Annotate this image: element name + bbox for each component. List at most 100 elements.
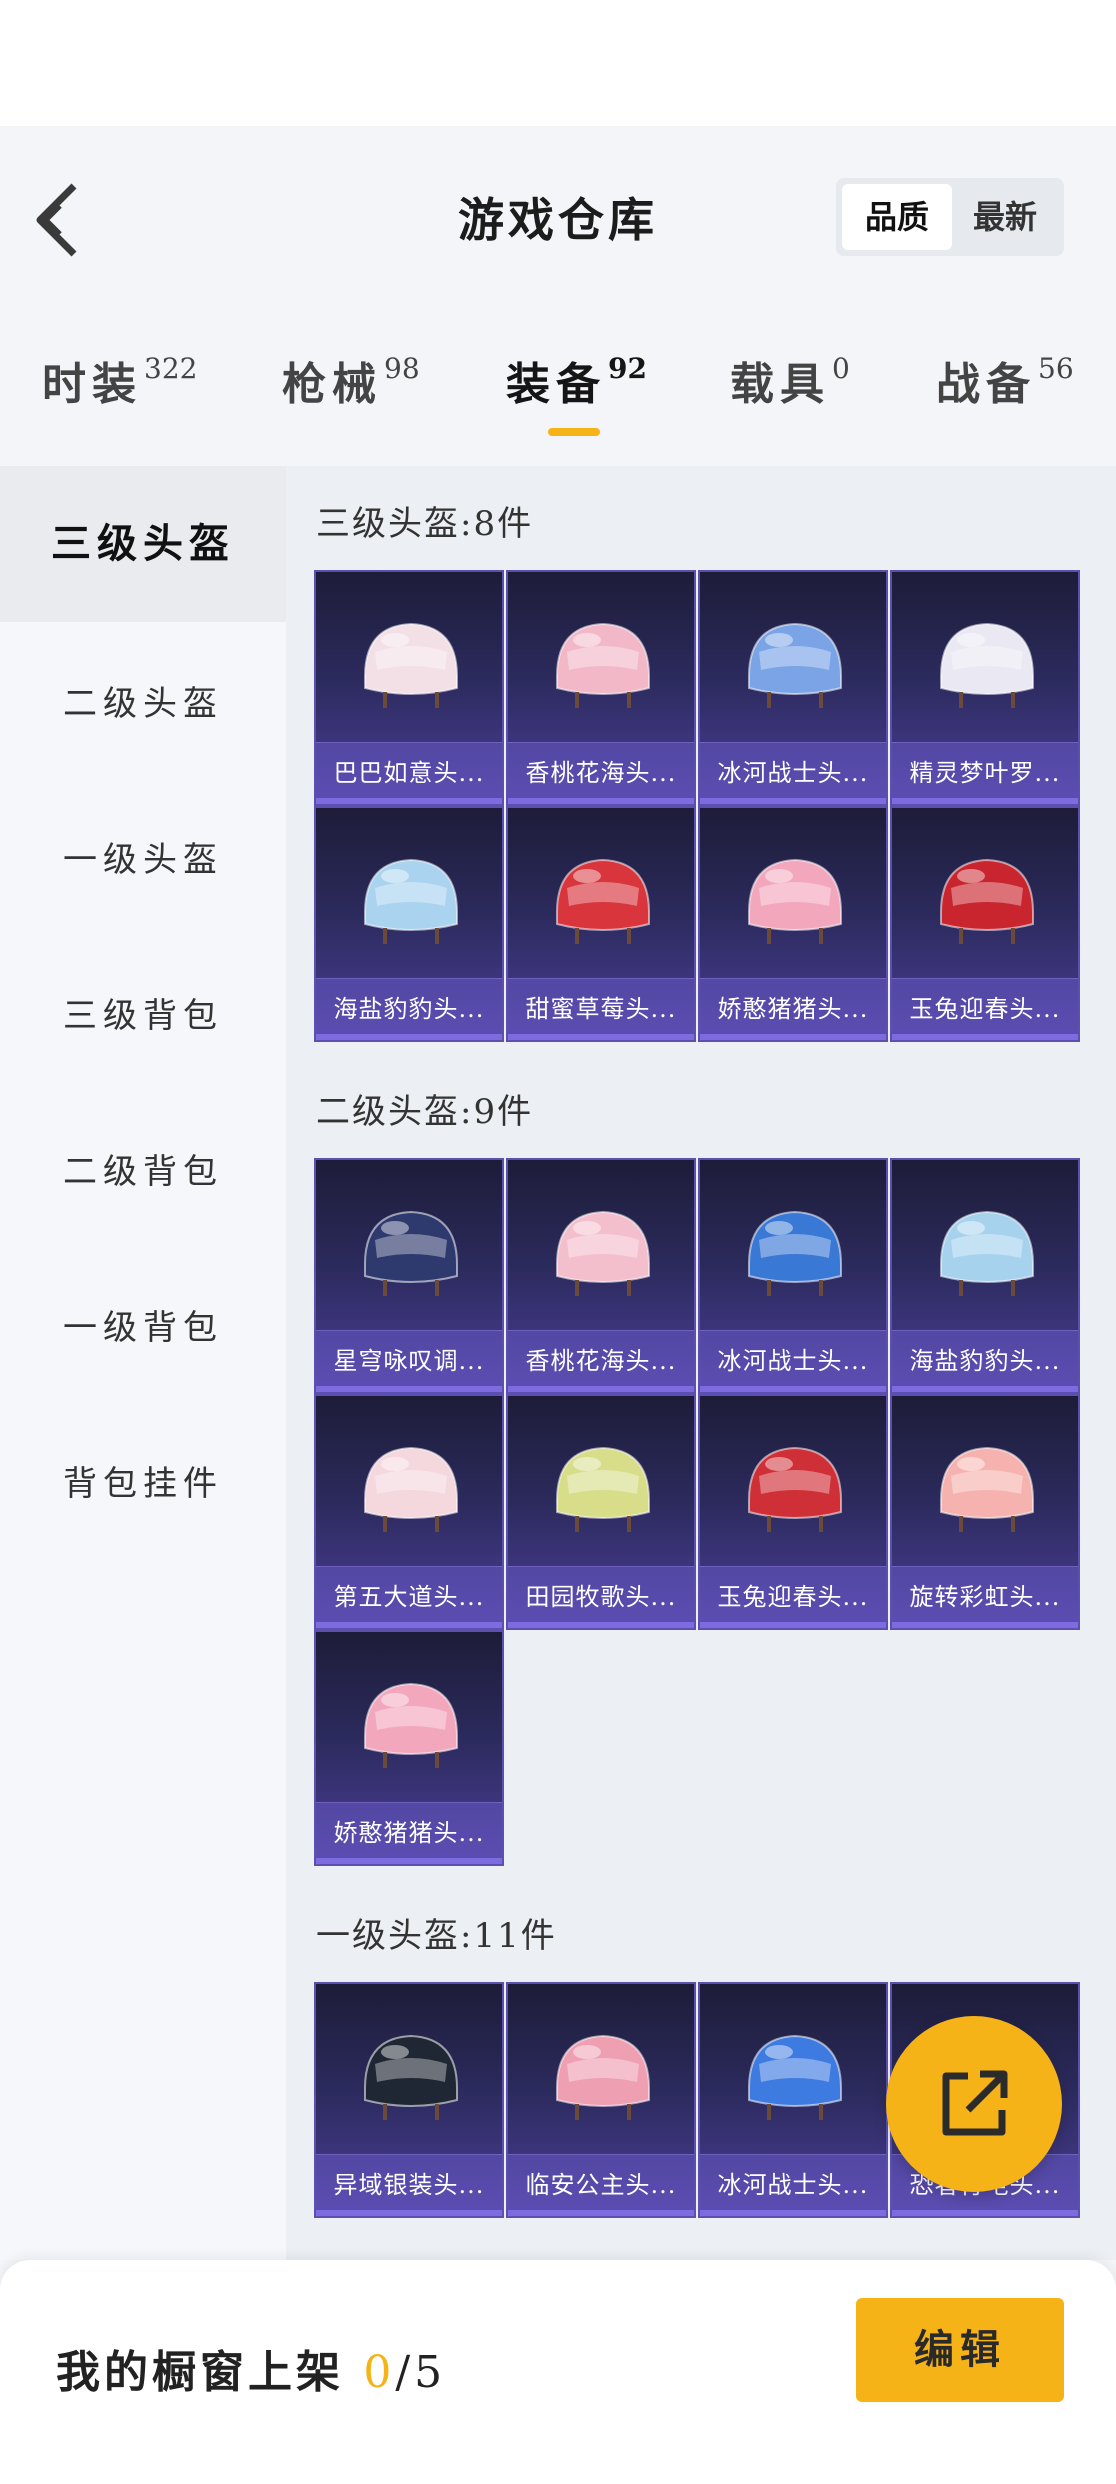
sidebar-item-backpack-charm[interactable]: 背包挂件 — [0, 1456, 286, 1505]
item-card[interactable]: 玉兔迎春头... — [890, 806, 1080, 1042]
section-title: 三级头盔:8件 — [316, 504, 534, 544]
item-name: 玉兔迎春头... — [909, 995, 1061, 1023]
helmet-icon — [556, 1446, 650, 1532]
item-name: 星穹咏叹调... — [333, 1347, 485, 1375]
showcase-bar: 我的橱窗上架 0/5 编辑 — [0, 2260, 1116, 2484]
tab-label: 枪械 — [282, 359, 382, 410]
showcase-total: /5 — [395, 2347, 447, 2398]
item-card[interactable]: 精灵梦叶罗... — [890, 570, 1080, 806]
sort-toggle: 品质 最新 — [836, 178, 1064, 256]
item-card[interactable]: 旋转彩虹头... — [890, 1394, 1080, 1630]
sidebar-item-level1-helmet[interactable]: 一级头盔 — [0, 832, 286, 881]
sidebar-item-level2-backpack[interactable]: 二级背包 — [0, 1144, 286, 1193]
section-title: 一级头盔:11件 — [316, 1916, 557, 1956]
item-name: 冰河战士头... — [717, 759, 869, 787]
item-card[interactable]: 异域银装头... — [314, 1982, 504, 2218]
helmet-icon — [556, 1210, 650, 1296]
item-name: 田园牧歌头... — [525, 1583, 677, 1611]
helmet-icon — [748, 1210, 842, 1296]
item-card[interactable]: 星穹咏叹调... — [314, 1158, 504, 1394]
item-name: 精灵梦叶罗... — [909, 759, 1061, 787]
item-name: 异域银装头... — [333, 2171, 485, 2199]
tab-equipment[interactable]: 装备92 — [506, 348, 647, 418]
helmet-icon — [940, 858, 1034, 944]
helmet-icon — [556, 858, 650, 944]
item-card[interactable]: 香桃花海头... — [506, 570, 696, 806]
sort-by-newest-button[interactable]: 最新 — [950, 184, 1060, 250]
item-name: 娇憨猪猪头... — [333, 1819, 485, 1847]
helmet-icon — [556, 2034, 650, 2120]
tab-label: 时装 — [42, 359, 142, 410]
item-name: 海盐豹豹头... — [333, 995, 485, 1023]
helmet-icon — [748, 1446, 842, 1532]
helmet-icon — [556, 622, 650, 708]
helmet-icon — [364, 858, 458, 944]
helmet-icon — [364, 1682, 458, 1768]
external-link-icon — [942, 2070, 1008, 2136]
sidebar-item-level1-backpack[interactable]: 一级背包 — [0, 1300, 286, 1349]
item-card[interactable]: 海盐豹豹头... — [890, 1158, 1080, 1394]
edit-button[interactable]: 编辑 — [856, 2298, 1064, 2402]
helmet-icon — [364, 2034, 458, 2120]
tab-count: 0 — [832, 352, 850, 385]
page-header: 游戏仓库 品质 最新 时装322 枪械98 装备92 载具0 战备56 — [0, 126, 1116, 466]
helmet-icon — [940, 622, 1034, 708]
sidebar-item-level3-backpack[interactable]: 三级背包 — [0, 988, 286, 1037]
item-name: 娇憨猪猪头... — [717, 995, 869, 1023]
item-name: 第五大道头... — [333, 1583, 485, 1611]
tab-count: 92 — [608, 352, 647, 385]
helmet-icon — [748, 858, 842, 944]
item-card[interactable]: 甜蜜草莓头... — [506, 806, 696, 1042]
item-card[interactable]: 田园牧歌头... — [506, 1394, 696, 1630]
sidebar-item-level2-helmet[interactable]: 二级头盔 — [0, 676, 286, 725]
item-card[interactable]: 海盐豹豹头... — [314, 806, 504, 1042]
share-button[interactable] — [886, 2016, 1062, 2192]
showcase-count: 0 — [363, 2347, 396, 2398]
item-name: 冰河战士头... — [717, 2171, 869, 2199]
section-title: 二级头盔:9件 — [316, 1092, 534, 1132]
item-name: 香桃花海头... — [525, 759, 677, 787]
item-name: 甜蜜草莓头... — [525, 995, 677, 1023]
item-name: 临安公主头... — [525, 2171, 677, 2199]
tab-count: 98 — [384, 352, 420, 385]
tab-vehicles[interactable]: 载具0 — [730, 348, 850, 418]
item-card[interactable]: 玉兔迎春头... — [698, 1394, 888, 1630]
item-name: 巴巴如意头... — [333, 759, 485, 787]
item-card[interactable]: 冰河战士头... — [698, 1982, 888, 2218]
helmet-icon — [940, 1210, 1034, 1296]
sidebar-item-level3-helmet[interactable]: 三级头盔 — [0, 466, 286, 622]
item-card[interactable]: 香桃花海头... — [506, 1158, 696, 1394]
item-card[interactable]: 临安公主头... — [506, 1982, 696, 2218]
tab-label: 战备 — [936, 359, 1036, 410]
sidebar: 三级头盔 二级头盔 一级头盔 三级背包 二级背包 一级背包 背包挂件 — [0, 466, 286, 2260]
item-name: 香桃花海头... — [525, 1347, 677, 1375]
item-name: 海盐豹豹头... — [909, 1347, 1061, 1375]
status-bar-area — [0, 0, 1116, 126]
item-card[interactable]: 娇憨猪猪头... — [698, 806, 888, 1042]
item-card[interactable]: 娇憨猪猪头... — [314, 1630, 504, 1866]
tab-fashion[interactable]: 时装322 — [42, 348, 197, 418]
showcase-label: 我的橱窗上架 — [56, 2347, 344, 2398]
active-tab-indicator — [548, 428, 600, 436]
item-grid-area[interactable]: 三级头盔:8件巴巴如意头... 香桃花海头... 冰河战士头... 精灵梦叶罗... 海… — [286, 466, 1116, 2260]
tab-count: 56 — [1038, 352, 1074, 385]
tab-label: 装备 — [506, 359, 606, 410]
tab-supplies[interactable]: 战备56 — [936, 348, 1074, 418]
item-card[interactable]: 巴巴如意头... — [314, 570, 504, 806]
item-name: 冰河战士头... — [717, 1347, 869, 1375]
item-name: 玉兔迎春头... — [717, 1583, 869, 1611]
item-card[interactable]: 冰河战士头... — [698, 570, 888, 806]
item-card[interactable]: 第五大道头... — [314, 1394, 504, 1630]
helmet-icon — [364, 622, 458, 708]
item-card[interactable]: 冰河战士头... — [698, 1158, 888, 1394]
sort-by-quality-button[interactable]: 品质 — [842, 184, 952, 250]
helmet-icon — [364, 1210, 458, 1296]
tab-guns[interactable]: 枪械98 — [282, 348, 420, 418]
helmet-icon — [748, 2034, 842, 2120]
helmet-icon — [748, 622, 842, 708]
tab-label: 载具 — [730, 359, 830, 410]
helmet-icon — [364, 1446, 458, 1532]
tab-count: 322 — [144, 352, 198, 385]
helmet-icon — [940, 1446, 1034, 1532]
item-name: 旋转彩虹头... — [909, 1583, 1061, 1611]
